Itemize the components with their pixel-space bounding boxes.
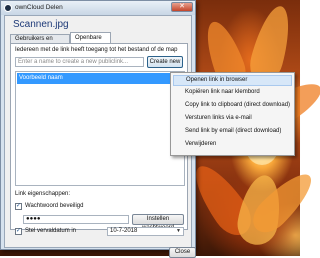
close-window-button[interactable]: ✕ (171, 2, 193, 12)
public-links-list: Voorbeeld naam ▼ (15, 71, 185, 186)
share-info-text: Iedereen met de link heeft toegang tot h… (15, 47, 178, 53)
menu-item-send-email[interactable]: Versturen links via e-mail (173, 113, 292, 124)
menu-item-send-email-direct-download[interactable]: Send link by email (direct download) (173, 126, 292, 137)
expiry-date-label: Stel vervaldatum in (25, 228, 77, 234)
expiry-date-checkbox[interactable]: ✓ (15, 228, 22, 235)
share-dialog: ownCloud Delen ✕ Scannen.jpg Gebruikers … (0, 0, 196, 258)
menu-item-copy-link[interactable]: Kopiëren link naar klembord (173, 87, 292, 98)
expiry-date-picker[interactable]: 10-7-2018 ▼ (107, 227, 184, 236)
close-button[interactable]: Close (169, 247, 196, 258)
create-new-button[interactable]: Create new (147, 56, 183, 68)
file-name-heading: Scannen.jpg (13, 19, 69, 30)
close-icon: ✕ (179, 3, 185, 10)
new-link-name-input[interactable]: Enter a name to create a new publiclink.… (15, 57, 144, 67)
window-title: ownCloud Delen (15, 4, 63, 11)
set-password-button[interactable]: Instellen wachtwoord (132, 214, 184, 231)
menu-item-copy-direct-download[interactable]: Copy link to clipboard (direct download) (173, 100, 292, 111)
owncloud-icon (4, 4, 12, 12)
dialog-content: Scannen.jpg Gebruikers en Groepen Openba… (4, 15, 196, 258)
expiry-date-value: 10-7-2018 (110, 228, 138, 234)
chevron-down-icon[interactable]: ▼ (176, 228, 181, 235)
menu-item-delete[interactable]: Verwijderen (173, 139, 292, 150)
link-name: Voorbeeld naam (19, 75, 63, 81)
title-bar[interactable]: ownCloud Delen ✕ (1, 1, 195, 15)
password-field[interactable]: ●●●● (23, 215, 129, 224)
public-links-panel: Iedereen met de link heeft toegang tot h… (10, 43, 188, 236)
password-protected-checkbox[interactable]: ✓ (15, 203, 22, 210)
menu-item-open-in-browser[interactable]: Openen link in browser (173, 75, 292, 86)
link-context-menu: Openen link in browser Kopiëren link naa… (170, 72, 295, 156)
password-protected-label: Wachtwoord beveiligd (25, 203, 84, 209)
link-properties-label: Link eigenschappen: (15, 191, 71, 197)
link-row-selected[interactable]: Voorbeeld naam ▼ (17, 73, 183, 84)
